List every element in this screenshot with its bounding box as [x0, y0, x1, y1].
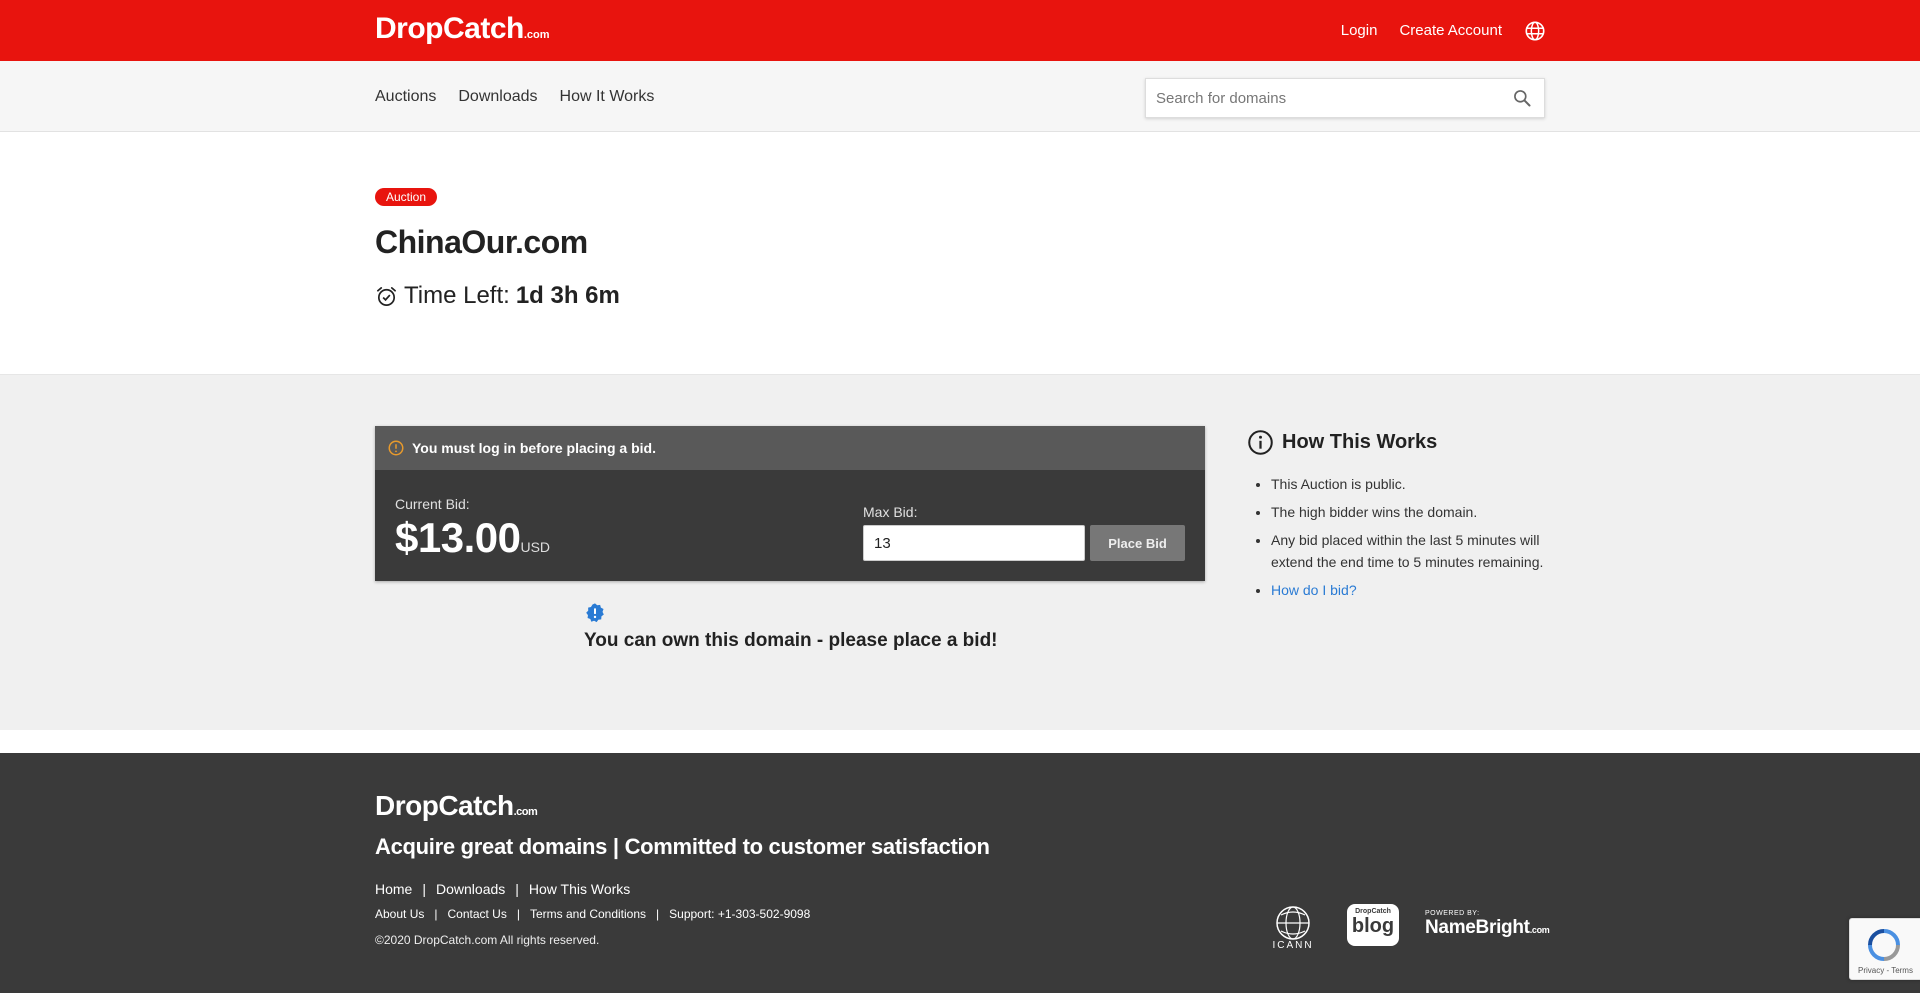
create-account-link[interactable]: Create Account — [1399, 22, 1502, 39]
separator: | — [656, 907, 660, 921]
auction-header: Auction ChinaOur.com Time Left: 1d 3h 6m — [0, 132, 1920, 375]
how-this-works-title: How This Works — [1282, 431, 1438, 453]
how-this-works-list: This Auction is public. The high bidder … — [1247, 473, 1547, 601]
namebright-logo[interactable]: POWERED BY: NameBright.com — [1425, 910, 1550, 939]
recaptcha-badge[interactable]: Privacy - Terms — [1849, 918, 1920, 980]
footer-logo-suffix: .com — [513, 806, 538, 818]
how-do-i-bid-link[interactable]: How do I bid? — [1271, 582, 1357, 598]
list-item: Any bid placed within the last 5 minutes… — [1271, 529, 1547, 573]
footer-primary-links: Home | Downloads | How This Works — [375, 881, 630, 897]
dropcatch-logo[interactable]: DropCatch.com — [375, 13, 550, 51]
separator: | — [515, 881, 519, 897]
separator: | — [516, 907, 520, 921]
how-this-works-panel: How This Works This Auction is public. T… — [1247, 426, 1547, 607]
max-bid-input[interactable] — [863, 525, 1085, 561]
footer-home-link[interactable]: Home — [375, 881, 412, 897]
auction-main: You must log in before placing a bid. Cu… — [0, 375, 1920, 730]
auction-badge: Auction — [375, 188, 438, 206]
currency-label: USD — [520, 539, 551, 555]
alert-text: You must log in before placing a bid. — [412, 440, 656, 456]
footer: DropCatch.com Acquire great domains | Co… — [0, 753, 1920, 993]
namebright-suffix: .com — [1529, 925, 1550, 935]
secondary-nav: Auctions Downloads How It Works — [0, 61, 1920, 132]
footer-logo[interactable]: DropCatch.com — [375, 790, 538, 822]
time-left: Time Left: 1d 3h 6m — [375, 282, 620, 310]
blog-small-text: DropCatch — [1355, 907, 1391, 915]
footer-about-link[interactable]: About Us — [375, 907, 424, 921]
place-bid-button[interactable]: Place Bid — [1090, 525, 1185, 561]
recaptcha-icon — [1868, 929, 1900, 961]
icann-logo[interactable]: ICANN — [1265, 898, 1321, 951]
footer-logo-text: DropCatch — [375, 790, 514, 821]
own-domain-message: You can own this domain - please place a… — [584, 602, 998, 652]
search-icon[interactable] — [1512, 88, 1532, 108]
top-header: DropCatch.com Login Create Account — [0, 0, 1920, 61]
top-nav: Login Create Account — [1341, 0, 1546, 61]
max-bid-label: Max Bid: — [863, 504, 918, 520]
current-bid-value: $13.00 — [395, 514, 521, 561]
logo-suffix: .com — [523, 29, 550, 41]
current-bid-label: Current Bid: — [395, 496, 470, 512]
copyright: ©2020 DropCatch.com All rights reserved. — [375, 933, 600, 947]
info-icon — [1248, 430, 1273, 455]
recaptcha-links[interactable]: Privacy - Terms — [1858, 966, 1913, 975]
time-left-value: 1d 3h 6m — [515, 282, 620, 309]
powered-by-text: POWERED BY: — [1425, 910, 1480, 917]
domain-search — [1145, 78, 1545, 118]
footer-downloads-link[interactable]: Downloads — [436, 881, 505, 897]
warning-icon — [388, 440, 404, 456]
search-input[interactable] — [1146, 79, 1486, 117]
alert-badge-icon — [586, 603, 604, 623]
footer-terms-link[interactable]: Terms and Conditions — [530, 907, 646, 921]
own-domain-text: You can own this domain - please place a… — [584, 630, 998, 651]
nav-how-it-works[interactable]: How It Works — [560, 88, 655, 106]
dropcatch-blog-logo[interactable]: DropCatch blog — [1347, 903, 1399, 946]
nav-links: Auctions Downloads How It Works — [375, 61, 654, 132]
domain-title: ChinaOur.com — [375, 224, 588, 260]
footer-contact-link[interactable]: Contact Us — [447, 907, 506, 921]
current-bid: $13.00USD — [395, 514, 550, 562]
list-item: How do I bid? — [1271, 579, 1547, 601]
time-left-label: Time Left: — [404, 282, 510, 309]
footer-support-link[interactable]: Support: +1-303-502-9098 — [669, 907, 810, 921]
blog-big-text: blog — [1351, 914, 1395, 937]
how-this-works-heading: How This Works — [1247, 429, 1547, 456]
login-link[interactable]: Login — [1341, 22, 1378, 39]
list-item: The high bidder wins the domain. — [1271, 501, 1547, 523]
globe-icon[interactable] — [1524, 20, 1546, 42]
nav-downloads[interactable]: Downloads — [458, 88, 537, 106]
logo-text: DropCatch — [375, 12, 524, 45]
footer-how-this-works-link[interactable]: How This Works — [529, 881, 630, 897]
login-alert: You must log in before placing a bid. — [375, 426, 1205, 470]
alarm-clock-icon — [377, 286, 396, 306]
footer-secondary-links: About Us | Contact Us | Terms and Conditio… — [375, 907, 810, 921]
namebright-wordmark: NameBright.com — [1425, 917, 1550, 939]
icann-text: ICANN — [1272, 940, 1314, 951]
bid-panel: You must log in before placing a bid. Cu… — [375, 426, 1205, 581]
list-item: This Auction is public. — [1271, 473, 1547, 495]
footer-tagline: Acquire great domains | Committed to cus… — [375, 834, 990, 859]
separator: | — [434, 907, 438, 921]
separator: | — [422, 881, 426, 897]
nav-auctions[interactable]: Auctions — [375, 88, 436, 106]
namebright-text: NameBright — [1425, 917, 1530, 938]
partner-logos: ICANN DropCatch blog POWERED BY: NameBri… — [1265, 898, 1550, 951]
